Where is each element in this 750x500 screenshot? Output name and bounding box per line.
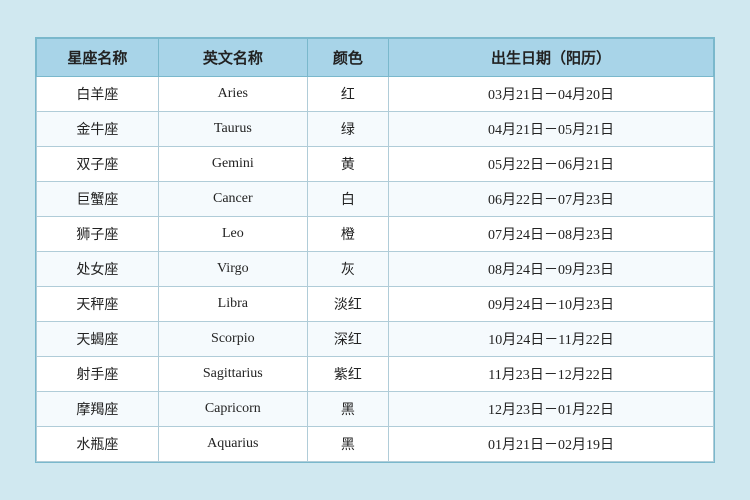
- table-row: 白羊座Aries红03月21日－04月20日: [37, 77, 714, 112]
- cell-color: 深红: [307, 322, 388, 357]
- cell-date: 01月21日－02月19日: [389, 427, 714, 462]
- table-row: 水瓶座Aquarius黑01月21日－02月19日: [37, 427, 714, 462]
- cell-zh: 白羊座: [37, 77, 159, 112]
- table-row: 摩羯座Capricorn黑12月23日－01月22日: [37, 392, 714, 427]
- cell-color: 绿: [307, 112, 388, 147]
- header-zh: 星座名称: [37, 39, 159, 77]
- cell-color: 橙: [307, 217, 388, 252]
- cell-date: 10月24日－11月22日: [389, 322, 714, 357]
- table-row: 金牛座Taurus绿04月21日－05月21日: [37, 112, 714, 147]
- cell-en: Virgo: [158, 252, 307, 287]
- cell-zh: 狮子座: [37, 217, 159, 252]
- cell-zh: 天蝎座: [37, 322, 159, 357]
- cell-date: 08月24日－09月23日: [389, 252, 714, 287]
- cell-date: 06月22日－07月23日: [389, 182, 714, 217]
- cell-zh: 巨蟹座: [37, 182, 159, 217]
- cell-date: 09月24日－10月23日: [389, 287, 714, 322]
- cell-color: 红: [307, 77, 388, 112]
- cell-date: 11月23日－12月22日: [389, 357, 714, 392]
- cell-date: 04月21日－05月21日: [389, 112, 714, 147]
- cell-en: Aries: [158, 77, 307, 112]
- cell-color: 黑: [307, 427, 388, 462]
- header-date: 出生日期（阳历）: [389, 39, 714, 77]
- zodiac-table-container: 星座名称 英文名称 颜色 出生日期（阳历） 白羊座Aries红03月21日－04…: [35, 37, 715, 463]
- cell-date: 05月22日－06月21日: [389, 147, 714, 182]
- table-row: 巨蟹座Cancer白06月22日－07月23日: [37, 182, 714, 217]
- cell-color: 白: [307, 182, 388, 217]
- table-row: 射手座Sagittarius紫红11月23日－12月22日: [37, 357, 714, 392]
- cell-en: Leo: [158, 217, 307, 252]
- table-row: 双子座Gemini黄05月22日－06月21日: [37, 147, 714, 182]
- table-row: 处女座Virgo灰08月24日－09月23日: [37, 252, 714, 287]
- header-en: 英文名称: [158, 39, 307, 77]
- cell-en: Cancer: [158, 182, 307, 217]
- cell-zh: 水瓶座: [37, 427, 159, 462]
- cell-zh: 射手座: [37, 357, 159, 392]
- cell-color: 紫红: [307, 357, 388, 392]
- cell-date: 07月24日－08月23日: [389, 217, 714, 252]
- cell-en: Gemini: [158, 147, 307, 182]
- table-row: 天秤座Libra淡红09月24日－10月23日: [37, 287, 714, 322]
- cell-en: Taurus: [158, 112, 307, 147]
- cell-color: 灰: [307, 252, 388, 287]
- cell-zh: 金牛座: [37, 112, 159, 147]
- cell-zh: 天秤座: [37, 287, 159, 322]
- cell-date: 03月21日－04月20日: [389, 77, 714, 112]
- cell-color: 黄: [307, 147, 388, 182]
- table-header-row: 星座名称 英文名称 颜色 出生日期（阳历）: [37, 39, 714, 77]
- table-row: 狮子座Leo橙07月24日－08月23日: [37, 217, 714, 252]
- cell-zh: 处女座: [37, 252, 159, 287]
- cell-color: 淡红: [307, 287, 388, 322]
- cell-en: Capricorn: [158, 392, 307, 427]
- table-body: 白羊座Aries红03月21日－04月20日金牛座Taurus绿04月21日－0…: [37, 77, 714, 462]
- cell-zh: 摩羯座: [37, 392, 159, 427]
- cell-date: 12月23日－01月22日: [389, 392, 714, 427]
- cell-en: Sagittarius: [158, 357, 307, 392]
- cell-color: 黑: [307, 392, 388, 427]
- cell-zh: 双子座: [37, 147, 159, 182]
- header-color: 颜色: [307, 39, 388, 77]
- cell-en: Scorpio: [158, 322, 307, 357]
- zodiac-table: 星座名称 英文名称 颜色 出生日期（阳历） 白羊座Aries红03月21日－04…: [36, 38, 714, 462]
- cell-en: Aquarius: [158, 427, 307, 462]
- table-row: 天蝎座Scorpio深红10月24日－11月22日: [37, 322, 714, 357]
- cell-en: Libra: [158, 287, 307, 322]
